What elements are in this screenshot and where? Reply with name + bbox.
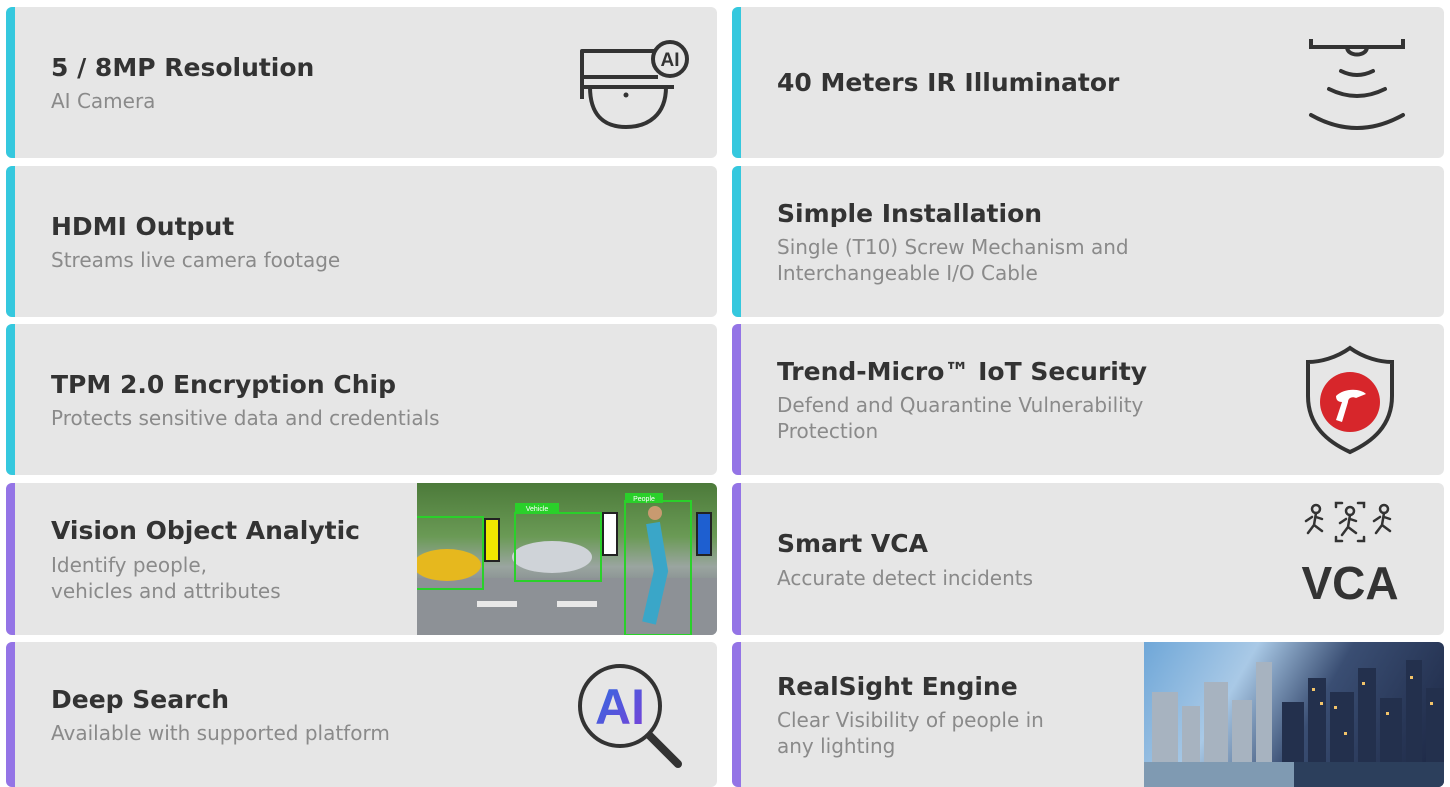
accent-bar [732, 483, 741, 635]
feature-subtitle: Single (T10) Screw Mechanism and Interch… [777, 234, 1129, 285]
feature-title: TPM 2.0 Encryption Chip [51, 369, 396, 399]
feature-card-deep-search: Deep Search Available with supported pla… [6, 642, 717, 787]
feature-card-realsight: RealSight Engine Clear Visibility of peo… [732, 642, 1444, 787]
feature-title: Simple Installation [777, 198, 1043, 228]
detection-label: People [633, 496, 655, 503]
feature-card-trend-micro: Trend-Micro™ IoT Security Defend and Qua… [732, 324, 1444, 475]
vca-text: VCA [1301, 557, 1398, 607]
feature-card-hdmi: HDMI Output Streams live camera footage [6, 166, 717, 317]
feature-card-installation: Simple Installation Single (T10) Screw M… [732, 166, 1444, 317]
feature-card-ir: 40 Meters IR Illuminator [732, 7, 1444, 158]
feature-card-resolution: 5 / 8MP Resolution AI Camera AI [6, 7, 717, 158]
vca-icon: VCA [1301, 501, 1399, 607]
accent-bar [6, 166, 15, 317]
accent-bar [732, 166, 741, 317]
feature-title: Vision Object Analytic [51, 515, 360, 545]
feature-subtitle: Streams live camera footage [51, 247, 341, 272]
trend-micro-shield-icon [1306, 345, 1394, 455]
accent-bar [6, 483, 15, 635]
feature-grid: 5 / 8MP Resolution AI Camera AI 40 Meter… [0, 0, 1450, 787]
accent-bar [732, 324, 741, 475]
city-skyline-photo [1144, 642, 1444, 787]
feature-title: RealSight Engine [777, 671, 1018, 701]
feature-card-smart-vca: Smart VCA Accurate detect incidents VCA [732, 483, 1444, 635]
ir-illuminator-icon [1309, 39, 1405, 130]
feature-subtitle: Clear Visibility of people in any lighti… [777, 707, 1044, 758]
ai-search-icon: AI [578, 664, 682, 768]
feature-card-tpm: TPM 2.0 Encryption Chip Protects sensiti… [6, 324, 717, 475]
accent-bar [6, 642, 15, 787]
accent-bar [6, 7, 15, 158]
feature-subtitle: Protects sensitive data and credentials [51, 405, 440, 430]
feature-subtitle: Identify people, vehicles and attributes [51, 552, 281, 603]
feature-subtitle: Defend and Quarantine Vulnerability Prot… [777, 392, 1144, 443]
ai-search-text: AI [595, 679, 645, 735]
accent-bar [6, 324, 15, 475]
feature-title: Trend-Micro™ IoT Security [777, 356, 1148, 386]
feature-title: HDMI Output [51, 211, 235, 241]
detection-label: Vehicle [526, 506, 549, 513]
accent-bar [732, 642, 741, 787]
feature-card-vision-analytic: Vision Object Analytic Identify people, … [6, 483, 717, 635]
ai-badge-text: AI [661, 50, 680, 71]
street-detection-photo: Vehicle People [413, 483, 717, 635]
accent-bar [732, 7, 741, 158]
ai-dome-camera-icon: AI [580, 40, 689, 129]
